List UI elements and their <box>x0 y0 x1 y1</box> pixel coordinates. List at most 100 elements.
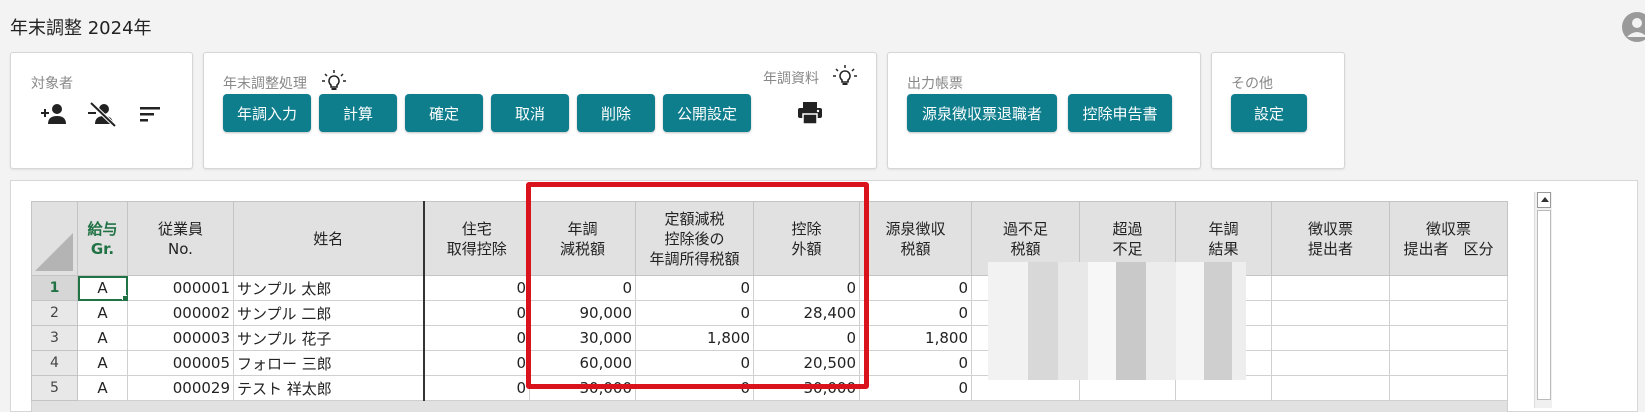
col-header-name[interactable]: 姓名 <box>233 201 424 276</box>
cell-result[interactable] <box>1175 350 1272 376</box>
cell-result[interactable] <box>1175 375 1272 401</box>
scroll-thumb[interactable] <box>1537 210 1551 400</box>
cell-excluded[interactable]: 28,400 <box>753 300 860 326</box>
row-number[interactable]: 1 <box>31 275 78 301</box>
cell-shortfall[interactable] <box>971 300 1080 326</box>
col-header-group[interactable]: 給与 Gr. <box>77 201 128 276</box>
col-header-reduction[interactable]: 年調 減税額 <box>529 201 636 276</box>
cell-after-tax[interactable]: 0 <box>635 300 754 326</box>
cell-housing[interactable]: 0 <box>422 375 530 401</box>
cell-submitter[interactable] <box>1271 375 1390 401</box>
col-header-submitter[interactable]: 徴収票 提出者 <box>1271 201 1390 276</box>
printer-icon[interactable] <box>793 96 827 130</box>
cell-emp-no[interactable]: 000002 <box>127 300 234 326</box>
cell-submitter[interactable] <box>1271 325 1390 351</box>
cell-result[interactable] <box>1175 325 1272 351</box>
corner-cell[interactable] <box>31 201 78 276</box>
scroll-up-button[interactable] <box>1537 192 1551 208</box>
cell-excluded[interactable]: 0 <box>753 275 860 301</box>
table-row[interactable]: 2 A 000002 サンプル 二郎 0 90,000 0 28,400 0 <box>31 300 1508 326</box>
cell-emp-no[interactable]: 000005 <box>127 350 234 376</box>
year-adjust-input-button[interactable]: 年調入力 <box>223 94 311 132</box>
cell-reduction[interactable]: 60,000 <box>529 350 636 376</box>
cell-group[interactable]: A <box>77 375 128 401</box>
confirm-button[interactable]: 確定 <box>405 94 483 132</box>
cell-excluded[interactable]: 20,500 <box>753 350 860 376</box>
cell-shortfall[interactable] <box>971 350 1080 376</box>
row-number[interactable]: 2 <box>31 300 78 326</box>
cell-emp-no[interactable]: 000003 <box>127 325 234 351</box>
col-header-housing[interactable]: 住宅 取得控除 <box>422 201 530 276</box>
cell-submitter-type[interactable] <box>1389 375 1508 401</box>
cell-withholding[interactable]: 1,800 <box>859 325 972 351</box>
cell-withholding[interactable]: 0 <box>859 275 972 301</box>
cell-submitter-type[interactable] <box>1389 350 1508 376</box>
cell-shortfall[interactable] <box>971 275 1080 301</box>
cell-name[interactable]: サンプル 太郎 <box>233 275 424 301</box>
cell-excluded[interactable]: 30,000 <box>753 375 860 401</box>
cell-group[interactable]: A <box>77 275 128 301</box>
cell-housing[interactable]: 0 <box>422 275 530 301</box>
cell-reduction[interactable]: 0 <box>529 275 636 301</box>
remove-person-icon[interactable] <box>85 97 119 131</box>
cell-excess[interactable] <box>1079 375 1176 401</box>
calculate-button[interactable]: 計算 <box>319 94 397 132</box>
cell-withholding[interactable]: 0 <box>859 300 972 326</box>
col-header-excess[interactable]: 超過 不足 <box>1079 201 1176 276</box>
col-header-submitter-type[interactable]: 徴収票 提出者 区分 <box>1389 201 1508 276</box>
cell-reduction[interactable]: 90,000 <box>529 300 636 326</box>
col-header-after-tax[interactable]: 定額減税 控除後の 年調所得税額 <box>635 201 754 276</box>
cell-submitter[interactable] <box>1271 350 1390 376</box>
cell-result[interactable] <box>1175 300 1272 326</box>
table-row[interactable]: 4 A 000005 フォロー 三郎 0 60,000 0 20,500 0 <box>31 350 1508 376</box>
cell-excess[interactable] <box>1079 275 1176 301</box>
col-header-emp-no[interactable]: 従業員 No. <box>127 201 234 276</box>
cell-housing[interactable]: 0 <box>422 300 530 326</box>
row-number[interactable]: 4 <box>31 350 78 376</box>
cell-excess[interactable] <box>1079 300 1176 326</box>
cell-name[interactable]: テスト 祥太郎 <box>233 375 424 401</box>
table-row[interactable]: 3 A 000003 サンプル 花子 0 30,000 1,800 0 1,800 <box>31 325 1508 351</box>
cell-after-tax[interactable]: 0 <box>635 375 754 401</box>
delete-button[interactable]: 削除 <box>577 94 655 132</box>
col-header-withholding[interactable]: 源泉徴収 税額 <box>859 201 972 276</box>
col-header-result[interactable]: 年調 結果 <box>1175 201 1272 276</box>
cell-housing[interactable]: 0 <box>422 350 530 376</box>
cell-withholding[interactable]: 0 <box>859 350 972 376</box>
publish-settings-button[interactable]: 公開設定 <box>663 94 751 132</box>
cell-group[interactable]: A <box>77 350 128 376</box>
table-row[interactable]: 1 A 000001 サンプル 太郎 0 0 0 0 0 <box>31 275 1508 301</box>
settings-button[interactable]: 設定 <box>1231 94 1307 132</box>
deduction-declaration-button[interactable]: 控除申告書 <box>1068 94 1172 132</box>
table-row[interactable]: 5 A 000029 テスト 祥太郎 0 30,000 0 30,000 0 <box>31 375 1508 401</box>
cell-shortfall[interactable] <box>971 325 1080 351</box>
cell-submitter[interactable] <box>1271 300 1390 326</box>
row-number[interactable]: 5 <box>31 375 78 401</box>
cell-submitter-type[interactable] <box>1389 325 1508 351</box>
cell-emp-no[interactable]: 000029 <box>127 375 234 401</box>
cell-submitter-type[interactable] <box>1389 275 1508 301</box>
cell-shortfall[interactable] <box>971 375 1080 401</box>
cell-after-tax[interactable]: 1,800 <box>635 325 754 351</box>
cell-name[interactable]: サンプル 二郎 <box>233 300 424 326</box>
cell-group[interactable]: A <box>77 325 128 351</box>
cell-result[interactable] <box>1175 275 1272 301</box>
cell-withholding[interactable]: 0 <box>859 375 972 401</box>
cell-emp-no[interactable]: 000001 <box>127 275 234 301</box>
cell-submitter[interactable] <box>1271 275 1390 301</box>
cell-group[interactable]: A <box>77 300 128 326</box>
cell-excess[interactable] <box>1079 350 1176 376</box>
cell-submitter-type[interactable] <box>1389 300 1508 326</box>
cell-housing[interactable]: 0 <box>422 325 530 351</box>
cell-reduction[interactable]: 30,000 <box>529 325 636 351</box>
cell-excess[interactable] <box>1079 325 1176 351</box>
cell-after-tax[interactable]: 0 <box>635 275 754 301</box>
sort-icon[interactable] <box>133 97 167 131</box>
cell-excluded[interactable]: 0 <box>753 325 860 351</box>
col-header-shortfall[interactable]: 過不足 税額 <box>971 201 1080 276</box>
add-person-icon[interactable] <box>37 97 71 131</box>
cell-after-tax[interactable]: 0 <box>635 350 754 376</box>
cell-name[interactable]: フォロー 三郎 <box>233 350 424 376</box>
scrollbar[interactable] <box>1534 192 1552 408</box>
selection-handle[interactable] <box>122 295 127 300</box>
